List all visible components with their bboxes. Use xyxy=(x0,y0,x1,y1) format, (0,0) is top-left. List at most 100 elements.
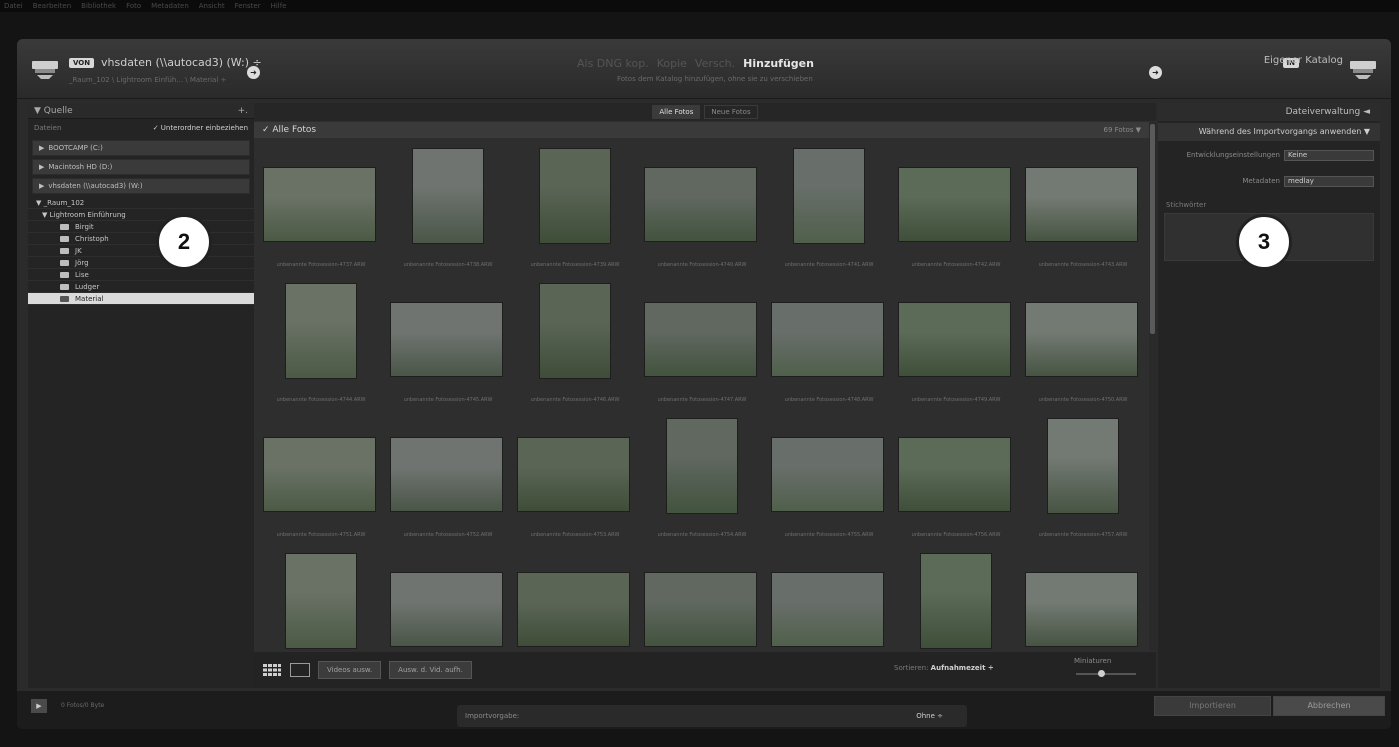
source-path[interactable]: _Raum_102 \ Lightroom Einfüh... \ Materi… xyxy=(69,76,226,84)
photo-cell[interactable]: unbenannte Fotosession-4738.ARW xyxy=(385,139,511,272)
volume-item[interactable]: ▶ BOOTCAMP (C:) xyxy=(32,140,250,156)
include-subfolders-checkbox[interactable]: ✓ Unterordner einbeziehen xyxy=(153,124,248,132)
volume-item[interactable]: ▶ Macintosh HD (D:) xyxy=(32,159,250,175)
photo-cell[interactable]: unbenannte Fotosession-4737.ARW xyxy=(258,139,384,272)
deselect-videos-button[interactable]: Ausw. d. Vid. aufh. xyxy=(389,661,472,679)
menu-item-5[interactable]: Ansicht xyxy=(199,2,225,10)
photo-thumbnail[interactable] xyxy=(539,283,611,379)
import-mode-0[interactable]: Als DNG kop. xyxy=(577,57,649,70)
all-photos-checkbox[interactable]: ✓ Alle Fotos xyxy=(262,125,316,135)
volume-item[interactable]: ▶ vhsdaten (\\autocad3) (W:) xyxy=(32,178,250,194)
sort-value[interactable]: Aufnahmezeit ÷ xyxy=(931,664,994,672)
import-mode-3[interactable]: Hinzufügen xyxy=(743,57,814,70)
photo-cell[interactable]: unbenannte Fotosession-4740.ARW xyxy=(639,139,765,272)
photo-thumbnail[interactable] xyxy=(771,302,884,377)
disclosure-triangle-icon[interactable]: ▶ xyxy=(39,144,44,152)
photo-thumbnail[interactable] xyxy=(390,437,503,512)
grid-view-icon[interactable] xyxy=(262,663,282,677)
folder-item[interactable]: Christoph xyxy=(28,233,254,245)
photo-thumbnail[interactable] xyxy=(666,418,738,514)
photo-thumbnail[interactable] xyxy=(898,302,1011,377)
import-mode-2[interactable]: Versch. xyxy=(695,57,735,70)
photo-cell[interactable]: unbenannte Fotosession-4741.ARW xyxy=(766,139,892,272)
menu-item-7[interactable]: Hilfe xyxy=(271,2,287,10)
photo-thumbnail[interactable] xyxy=(1025,302,1138,377)
import-button[interactable]: Importieren xyxy=(1154,696,1271,716)
photo-thumbnail[interactable] xyxy=(1047,418,1119,514)
photo-thumbnail[interactable] xyxy=(517,437,630,512)
loupe-view-icon[interactable] xyxy=(290,663,310,677)
menu-item-4[interactable]: Metadaten xyxy=(151,2,189,10)
photo-cell[interactable]: unbenannte Fotosession-4742.ARW xyxy=(893,139,1019,272)
destination-title[interactable]: Eigener Katalog xyxy=(1264,55,1343,66)
add-source-icon[interactable]: +. xyxy=(238,106,248,116)
folder-item[interactable]: Jörg xyxy=(28,257,254,269)
import-mode-1[interactable]: Kopie xyxy=(657,57,687,70)
scroll-thumb[interactable] xyxy=(1150,124,1155,334)
expand-panel-icon[interactable]: ▶ xyxy=(31,699,47,713)
photo-thumbnail[interactable] xyxy=(793,148,865,244)
photo-count[interactable]: 69 Fotos ▼ xyxy=(1104,126,1141,134)
photo-thumbnail[interactable] xyxy=(644,572,757,647)
import-preset-select[interactable]: Ohne ÷ xyxy=(916,712,943,720)
apply-during-import-header[interactable]: Während des Importvorgangs anwenden ▼ xyxy=(1158,123,1380,141)
folder-item[interactable]: Birgit xyxy=(28,221,254,233)
photo-cell[interactable]: unbenannte Fotosession-4752.ARW xyxy=(385,409,511,542)
photo-cell[interactable] xyxy=(766,544,892,651)
photo-thumbnail[interactable] xyxy=(771,572,884,647)
metadata-select[interactable]: medlay xyxy=(1284,175,1374,187)
photo-cell[interactable] xyxy=(1020,544,1146,651)
folder-item[interactable]: Material xyxy=(28,293,254,305)
select-videos-button[interactable]: Videos ausw. xyxy=(318,661,382,679)
photo-cell[interactable]: unbenannte Fotosession-4749.ARW xyxy=(893,274,1019,407)
slider-knob[interactable] xyxy=(1098,670,1105,677)
photo-thumbnail[interactable] xyxy=(517,572,630,647)
folder-item[interactable]: Lise xyxy=(28,269,254,281)
photo-thumbnail[interactable] xyxy=(644,167,757,242)
cancel-button[interactable]: Abbrechen xyxy=(1273,696,1385,716)
photo-thumbnail[interactable] xyxy=(771,437,884,512)
menu-item-2[interactable]: Bibliothek xyxy=(81,2,116,10)
photo-thumbnail[interactable] xyxy=(898,167,1011,242)
folder-item[interactable]: Ludger xyxy=(28,281,254,293)
photo-cell[interactable]: unbenannte Fotosession-4747.ARW xyxy=(639,274,765,407)
photo-cell[interactable]: unbenannte Fotosession-4746.ARW xyxy=(512,274,638,407)
photo-thumbnail[interactable] xyxy=(920,553,992,649)
disclosure-triangle-icon[interactable]: ▶ xyxy=(39,182,44,190)
photo-cell[interactable]: unbenannte Fotosession-4739.ARW xyxy=(512,139,638,272)
tab-all-photos[interactable]: Alle Fotos xyxy=(652,105,701,119)
folder-item[interactable]: JK xyxy=(28,245,254,257)
disclosure-triangle-icon[interactable]: ▶ xyxy=(39,163,44,171)
photo-cell[interactable]: unbenannte Fotosession-4751.ARW xyxy=(258,409,384,542)
photo-cell[interactable]: unbenannte Fotosession-4756.ARW xyxy=(893,409,1019,542)
photo-thumbnail[interactable] xyxy=(285,553,357,649)
photo-cell[interactable] xyxy=(258,544,384,651)
photo-thumbnail[interactable] xyxy=(263,437,376,512)
photo-cell[interactable]: unbenannte Fotosession-4750.ARW xyxy=(1020,274,1146,407)
folder-item[interactable]: ▼ _Raum_102 xyxy=(28,197,254,209)
photo-cell[interactable]: unbenannte Fotosession-4745.ARW xyxy=(385,274,511,407)
file-handling-header[interactable]: Dateiverwaltung ◄ xyxy=(1158,103,1380,121)
photo-thumbnail[interactable] xyxy=(644,302,757,377)
source-title[interactable]: vhsdaten (\\autocad3) (W:) ÷ xyxy=(101,56,262,69)
photo-cell[interactable]: unbenannte Fotosession-4754.ARW xyxy=(639,409,765,542)
photo-thumbnail[interactable] xyxy=(1025,167,1138,242)
tab-new-photos[interactable]: Neue Fotos xyxy=(704,105,758,119)
source-panel-header[interactable]: ▼ Quelle +. xyxy=(28,103,254,119)
photo-thumbnail[interactable] xyxy=(898,437,1011,512)
grid-scrollbar[interactable] xyxy=(1149,122,1156,651)
sort-control[interactable]: Sortieren: Aufnahmezeit ÷ xyxy=(894,664,994,672)
photo-thumbnail[interactable] xyxy=(390,302,503,377)
folder-item[interactable]: ▼ Lightroom Einführung xyxy=(28,209,254,221)
photo-cell[interactable]: unbenannte Fotosession-4743.ARW xyxy=(1020,139,1146,272)
menu-item-6[interactable]: Fenster xyxy=(235,2,261,10)
develop-settings-select[interactable]: Keine xyxy=(1284,149,1374,161)
photo-cell[interactable] xyxy=(639,544,765,651)
photo-cell[interactable]: unbenannte Fotosession-4748.ARW xyxy=(766,274,892,407)
photo-cell[interactable] xyxy=(385,544,511,651)
photo-cell[interactable]: unbenannte Fotosession-4744.ARW xyxy=(258,274,384,407)
photo-thumbnail[interactable] xyxy=(412,148,484,244)
photo-cell[interactable]: unbenannte Fotosession-4757.ARW xyxy=(1020,409,1146,542)
thumbnail-size-slider[interactable] xyxy=(1076,670,1136,677)
photo-cell[interactable]: unbenannte Fotosession-4755.ARW xyxy=(766,409,892,542)
